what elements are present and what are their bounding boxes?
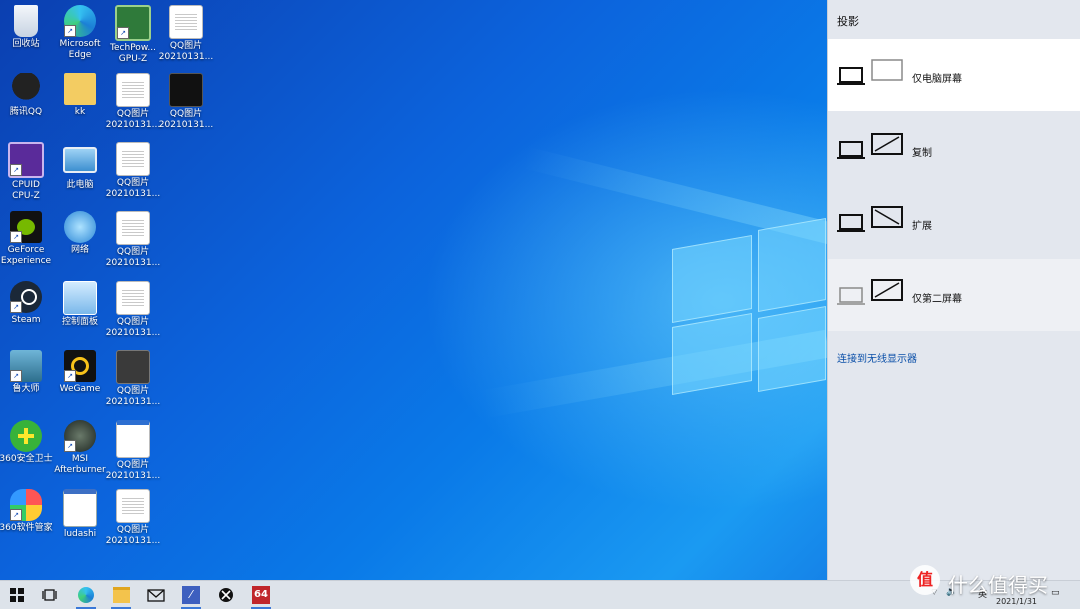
mail-envelope-icon bbox=[147, 588, 165, 602]
image-file-icon bbox=[116, 281, 150, 315]
image-file-icon bbox=[169, 5, 203, 39]
recycle-bin-icon bbox=[14, 5, 38, 37]
msi-afterburner-icon: ↗ bbox=[64, 420, 96, 452]
aida64-icon: 64 bbox=[252, 586, 270, 604]
folder-icon bbox=[112, 587, 130, 603]
watermark-logo-icon: 值 bbox=[910, 565, 940, 595]
desktop-icon-gpuz[interactable]: ↗ TechPow... GPU-Z bbox=[103, 5, 163, 65]
steam-icon: ↗ bbox=[10, 281, 42, 313]
desktop-icon-recycle-bin[interactable]: 回收站 bbox=[0, 5, 56, 50]
edge-browser-icon: ↗ bbox=[64, 5, 96, 37]
shortcut-arrow-icon: ↗ bbox=[117, 27, 129, 39]
taskbar-mail[interactable] bbox=[140, 581, 172, 609]
image-file-icon bbox=[116, 142, 150, 176]
start-button[interactable] bbox=[1, 581, 33, 609]
taskbar-aida64[interactable]: 64 bbox=[245, 581, 277, 609]
option-duplicate[interactable]: 复制 bbox=[828, 113, 1080, 185]
control-panel-icon bbox=[63, 281, 97, 315]
image-file-icon bbox=[116, 350, 150, 384]
image-file-icon bbox=[116, 420, 150, 458]
duplicate-display-icon bbox=[837, 133, 903, 159]
desktop-icon-geforce-experience[interactable]: ↗ GeForce Experience bbox=[0, 211, 56, 267]
watermark-text: 什么值得买 bbox=[948, 573, 1048, 597]
cpuz-chip-icon: ↗ bbox=[8, 142, 44, 178]
panel-title: 投影 bbox=[837, 15, 859, 28]
wegame-icon: ↗ bbox=[64, 350, 96, 382]
qq-penguin-icon bbox=[10, 73, 42, 105]
shortcut-arrow-icon: ↗ bbox=[10, 509, 22, 521]
image-file-icon bbox=[116, 211, 150, 245]
desktop-icon-image-file[interactable]: QQ图片 20210131... bbox=[103, 420, 163, 482]
image-file-icon bbox=[169, 73, 203, 107]
desktop-icon-image-file[interactable]: QQ图片 20210131... bbox=[103, 142, 163, 200]
image-file-icon bbox=[116, 73, 150, 107]
extend-display-icon bbox=[837, 206, 903, 232]
desktop-icon-tencent-qq[interactable]: 腾讯QQ bbox=[0, 73, 56, 118]
desktop-icon-image-file[interactable]: QQ图片 20210131... bbox=[103, 350, 163, 408]
task-view-icon bbox=[42, 589, 57, 601]
desktop-icon-image-file[interactable]: QQ图片 20210131... bbox=[103, 281, 163, 339]
shortcut-arrow-icon: ↗ bbox=[10, 301, 22, 313]
windows-start-icon bbox=[10, 588, 24, 602]
project-panel: 投影 仅电脑屏幕 复制 扩展 仅第二屏幕 连接到无线显示器 bbox=[827, 0, 1080, 580]
application-window-icon bbox=[63, 489, 97, 527]
ludashi-icon: ↗ bbox=[10, 350, 42, 382]
nvidia-geforce-icon: ↗ bbox=[10, 211, 42, 243]
app-tile-icon: ⁄ bbox=[182, 586, 200, 604]
desktop-icon-wegame[interactable]: ↗ WeGame bbox=[50, 350, 110, 395]
option-extend[interactable]: 扩展 bbox=[828, 186, 1080, 258]
xbox-icon bbox=[219, 588, 233, 602]
connect-wireless-display-link[interactable]: 连接到无线显示器 bbox=[837, 350, 917, 365]
site-watermark: 值 什么值得买 bbox=[910, 565, 1075, 601]
desktop-icon-steam[interactable]: ↗ Steam bbox=[0, 281, 56, 326]
windows-logo-graphic bbox=[668, 216, 828, 396]
desktop-icon-microsoft-edge[interactable]: ↗ Microsoft Edge bbox=[50, 5, 110, 61]
360-security-icon bbox=[10, 420, 42, 452]
task-view-button[interactable] bbox=[34, 581, 66, 609]
360-software-manager-icon: ↗ bbox=[10, 489, 42, 521]
edge-browser-icon bbox=[78, 587, 94, 603]
second-screen-only-icon bbox=[837, 279, 903, 305]
taskbar-xbox[interactable] bbox=[210, 581, 242, 609]
desktop-icon-image-file[interactable]: QQ图片 20210131... bbox=[156, 5, 216, 63]
shortcut-arrow-icon: ↗ bbox=[64, 440, 76, 452]
computer-monitor-icon bbox=[63, 147, 97, 173]
desktop-icon-360-software-manager[interactable]: ↗ 360软件管家 bbox=[0, 489, 56, 534]
desktop-icon-cpuz[interactable]: ↗ CPUID CPU-Z bbox=[0, 142, 56, 202]
shortcut-arrow-icon: ↗ bbox=[10, 164, 22, 176]
shortcut-arrow-icon: ↗ bbox=[64, 25, 76, 37]
desktop-icon-ludashi-app[interactable]: ludashi bbox=[50, 489, 110, 540]
image-file-icon bbox=[116, 489, 150, 523]
desktop-icon-control-panel[interactable]: 控制面板 bbox=[50, 281, 110, 328]
shortcut-arrow-icon: ↗ bbox=[10, 231, 22, 243]
option-second-screen-only[interactable]: 仅第二屏幕 bbox=[828, 259, 1080, 331]
desktop-icon-image-file[interactable]: QQ图片 20210131... bbox=[103, 73, 163, 131]
desktop-icon-this-pc[interactable]: 此电脑 bbox=[50, 142, 110, 191]
desktop-icon-image-file[interactable]: QQ图片 20210131... bbox=[103, 489, 163, 547]
shortcut-arrow-icon: ↗ bbox=[64, 370, 76, 382]
desktop-icon-network[interactable]: 网络 bbox=[50, 211, 110, 256]
desktop-icon-360-security[interactable]: 360安全卫士 bbox=[0, 420, 56, 465]
desktop-icon-image-file[interactable]: QQ图片 20210131... bbox=[103, 211, 163, 269]
desktop-icon-image-file[interactable]: QQ图片 20210131... bbox=[156, 73, 216, 131]
network-globe-icon bbox=[64, 211, 96, 243]
user-folder-icon bbox=[64, 73, 96, 105]
gpu-card-icon: ↗ bbox=[115, 5, 151, 41]
option-pc-screen-only[interactable]: 仅电脑屏幕 bbox=[828, 39, 1080, 111]
desktop-icon-kk-folder[interactable]: kk bbox=[50, 73, 110, 118]
taskbar-file-explorer[interactable] bbox=[105, 581, 137, 609]
taskbar-afterburner-app[interactable]: ⁄ bbox=[175, 581, 207, 609]
taskbar-edge[interactable] bbox=[70, 581, 102, 609]
desktop-icon-ludashi[interactable]: ↗ 鲁大师 bbox=[0, 350, 56, 395]
shortcut-arrow-icon: ↗ bbox=[10, 370, 22, 382]
pc-screen-only-icon bbox=[837, 59, 903, 85]
desktop-icon-msi-afterburner[interactable]: ↗ MSI Afterburner bbox=[50, 420, 110, 476]
